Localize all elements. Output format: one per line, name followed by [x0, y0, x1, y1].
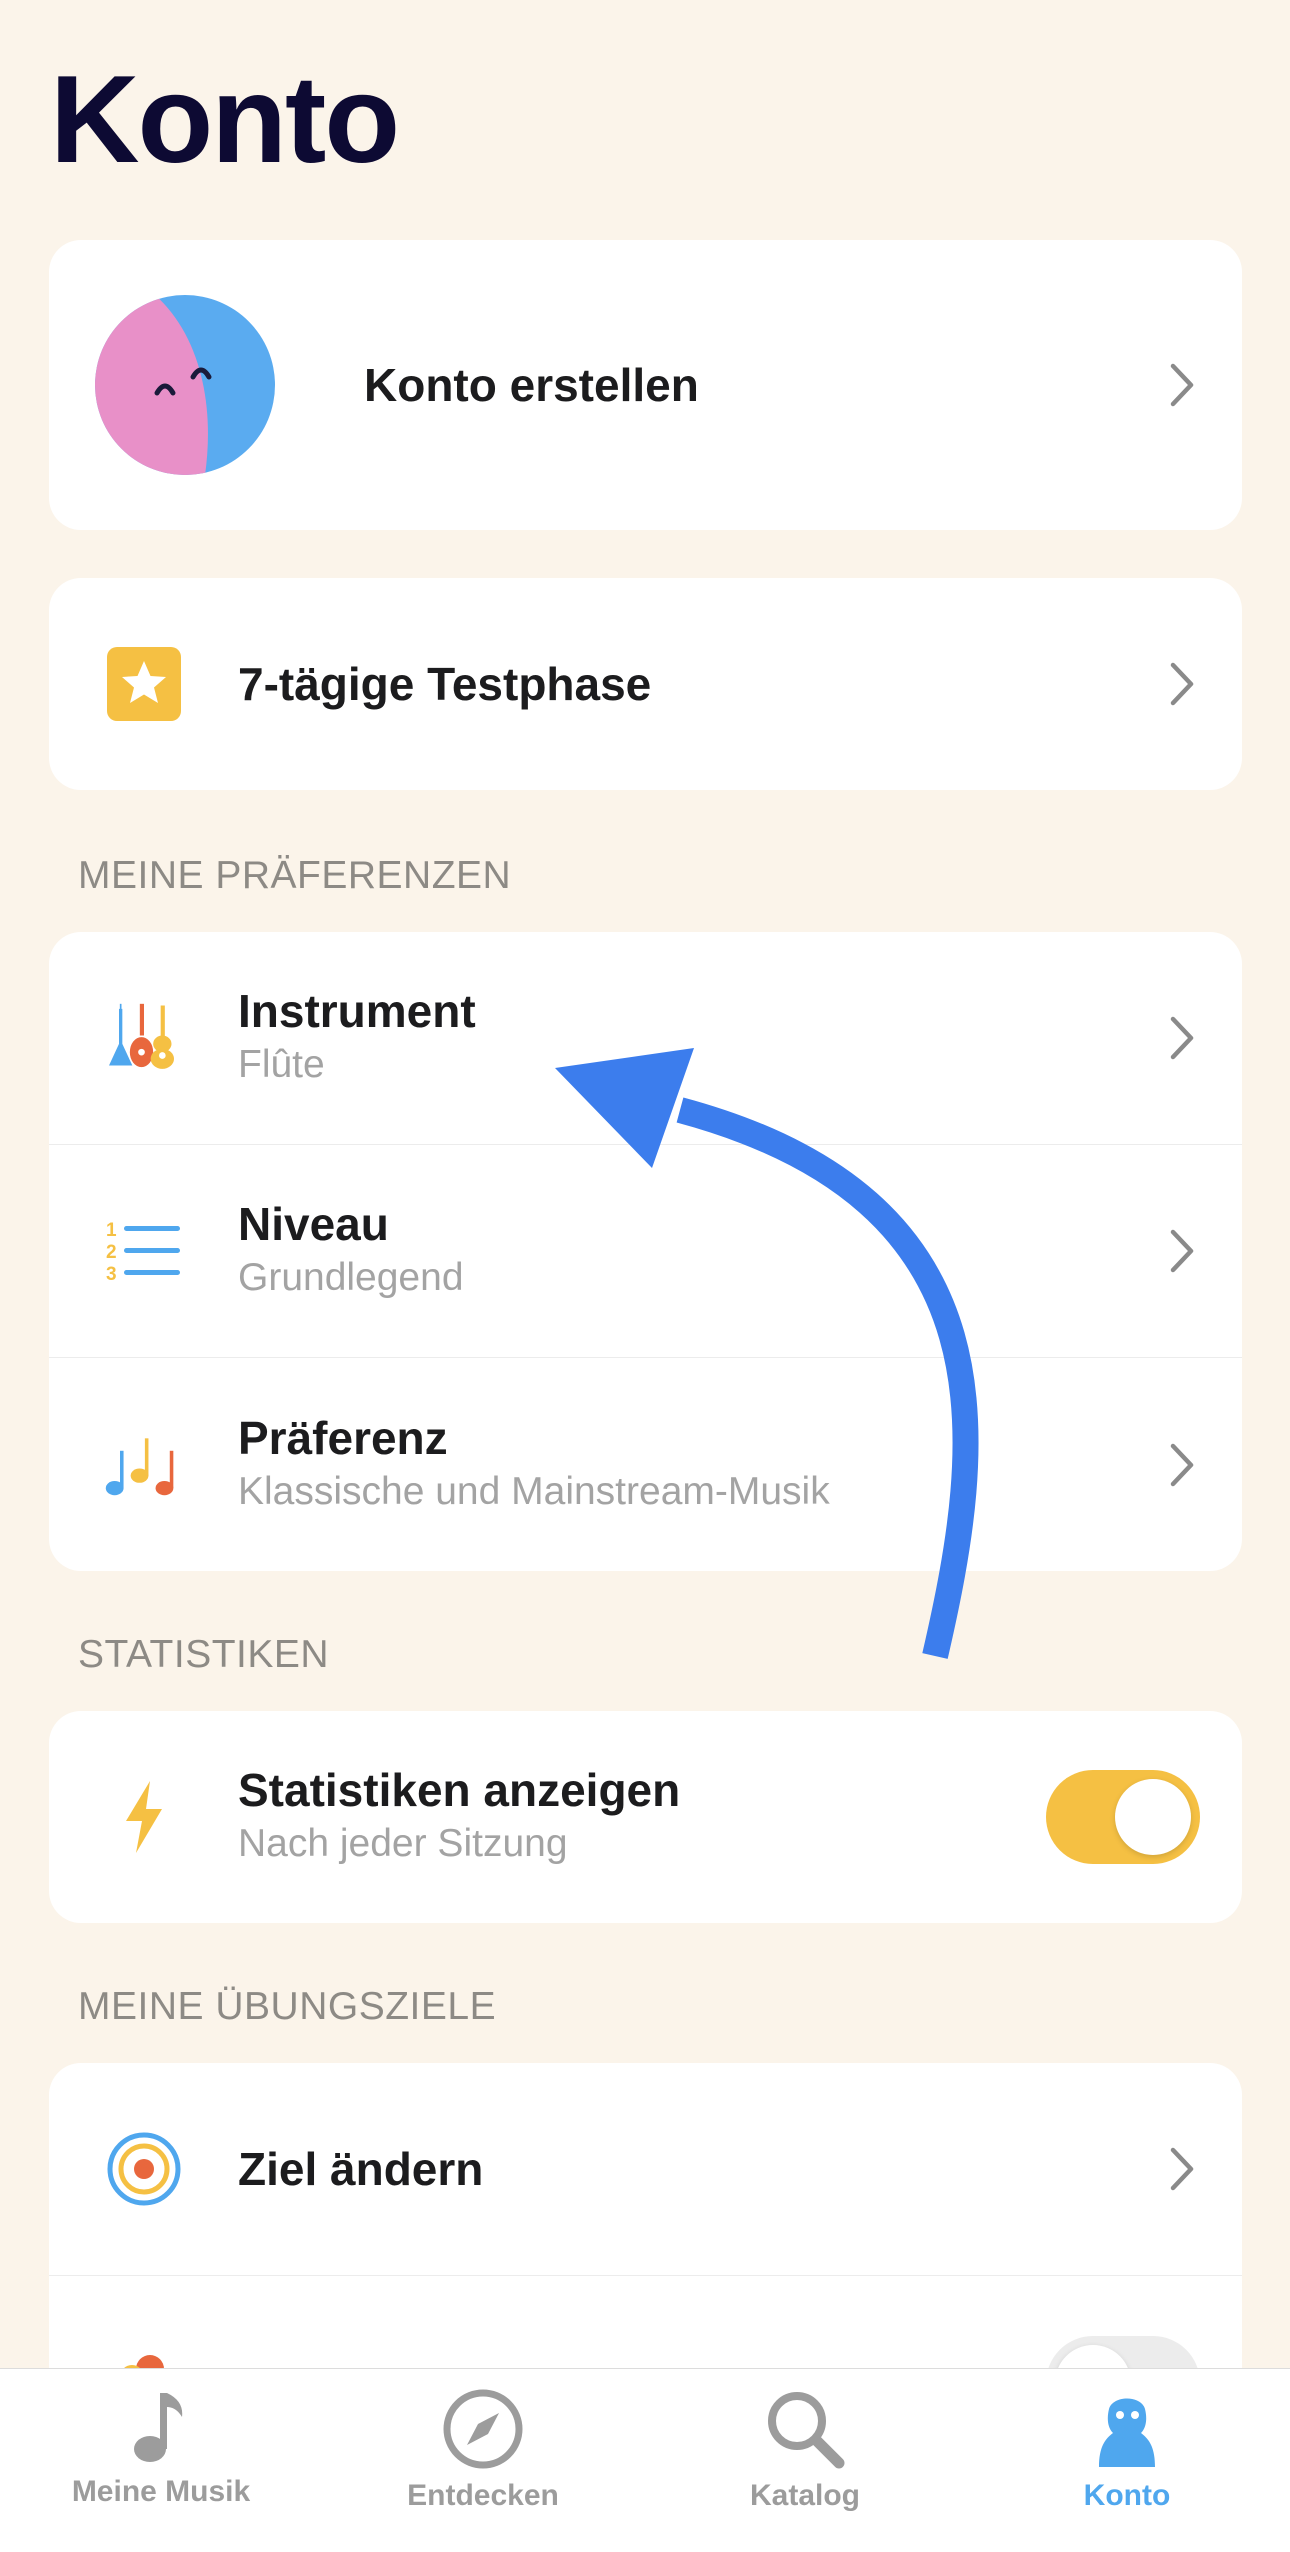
statistics-section-label: STATISTIKEN [78, 1633, 330, 1676]
level-title: Niveau [238, 1198, 389, 1251]
statistics-toggle[interactable] [1046, 1770, 1200, 1864]
preferences-section-label: MEINE PRÄFERENZEN [78, 854, 512, 897]
preferences-card: Instrument Flûte 1 2 3 Niveau Grundlegen… [49, 932, 1242, 1571]
chevron-right-icon [1170, 363, 1194, 407]
svg-text:1: 1 [106, 1220, 117, 1241]
create-account-label: Konto erstellen [364, 358, 699, 411]
goals-section-label: MEINE ÜBUNGSZIELE [78, 1985, 497, 2028]
lightning-icon [104, 1777, 184, 1857]
chevron-right-icon [1170, 2147, 1194, 2191]
person-icon [1099, 2398, 1155, 2467]
goal-change-title: Ziel ändern [238, 2142, 484, 2195]
search-icon [768, 2392, 845, 2469]
compass-icon [443, 2389, 523, 2469]
goals-card: Ziel ändern [49, 2063, 1242, 2393]
svg-text:3: 3 [106, 1264, 117, 1285]
target-icon [104, 2129, 184, 2209]
star-badge-icon [104, 644, 184, 724]
chevron-right-icon [1170, 1016, 1194, 1060]
tab-label: Meine Musik [71, 2475, 251, 2508]
music-notes-icon [104, 1425, 184, 1505]
statistics-card: Statistiken anzeigen Nach jeder Sitzung [49, 1711, 1242, 1923]
chevron-right-icon [1170, 1443, 1194, 1486]
level-value: Grundlegend [238, 1256, 464, 1300]
style-value: Klassische und Mainstream-Musik [238, 1469, 830, 1513]
page-title: Konto [50, 51, 400, 189]
chevron-right-icon [1170, 662, 1194, 706]
avatar [95, 295, 275, 475]
guitars-icon [104, 998, 184, 1078]
svg-text:2: 2 [106, 1242, 117, 1263]
tab-konto[interactable]: Konto [966, 2369, 1288, 2552]
tab-label: Katalog [749, 2479, 860, 2512]
tab-label: Konto [1083, 2479, 1171, 2512]
preference-row-level[interactable]: 1 2 3 Niveau Grundlegend [49, 1145, 1242, 1358]
create-account-card[interactable]: Konto erstellen [49, 240, 1242, 530]
instrument-title: Instrument [238, 985, 476, 1038]
instrument-value: Flûte [238, 1043, 325, 1087]
tab-entdecken[interactable]: Entdecken [322, 2369, 644, 2552]
trial-label: 7-tägige Testphase [238, 657, 652, 710]
preference-row-instrument[interactable]: Instrument Flûte [49, 932, 1242, 1145]
statistics-title: Statistiken anzeigen [238, 1764, 681, 1817]
numbered-list-icon: 1 2 3 [104, 1211, 184, 1291]
tab-label: Entdecken [407, 2479, 559, 2512]
trial-card[interactable]: 7-tägige Testphase [49, 578, 1242, 790]
tab-meine-musik[interactable]: Meine Musik [0, 2369, 322, 2552]
tab-bar: Meine Musik Entdecken Katalog Konto [0, 2368, 1290, 2552]
music-note-icon [134, 2393, 183, 2462]
style-title: Präferenz [238, 1411, 448, 1464]
chevron-right-icon [1170, 1229, 1194, 1273]
goal-row-change[interactable]: Ziel ändern [49, 2063, 1242, 2276]
preference-row-style[interactable]: Präferenz Klassische und Mainstream-Musi… [49, 1358, 1242, 1571]
tab-katalog[interactable]: Katalog [644, 2369, 966, 2552]
statistics-subtitle: Nach jeder Sitzung [238, 1822, 568, 1866]
toggle-knob [1115, 1779, 1191, 1855]
